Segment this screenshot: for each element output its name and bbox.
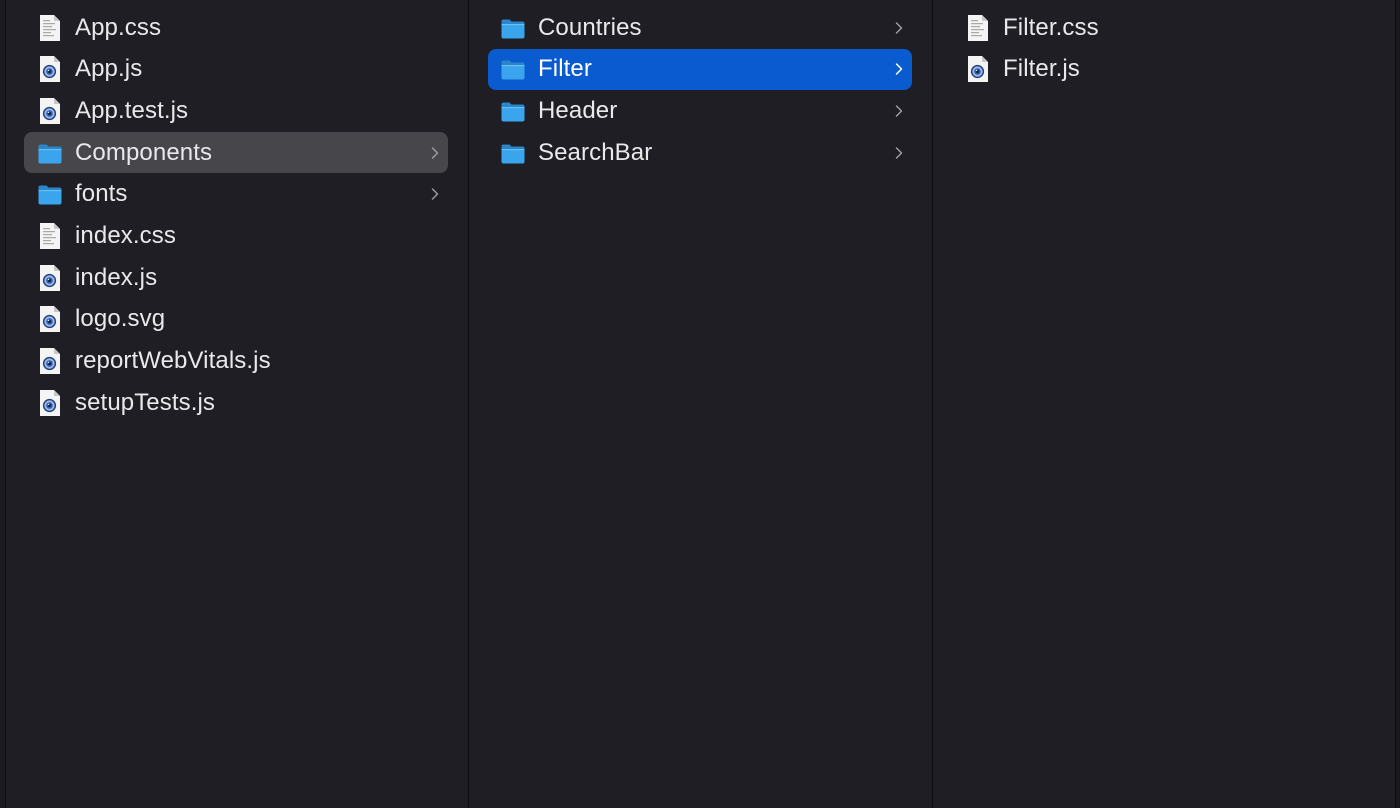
file-name: index.js — [75, 263, 158, 291]
chevron-right-icon — [894, 21, 904, 35]
file-name: index.css — [75, 222, 176, 249]
folder-icon — [500, 14, 526, 42]
finder-column-browser: App.css App.js App.test.js Components fo… — [0, 0, 1400, 808]
chevron-right-icon — [894, 62, 904, 76]
file-row[interactable]: index.css — [24, 216, 448, 257]
css-file-icon — [965, 14, 991, 42]
file-row[interactable]: Filter.js — [951, 49, 1375, 90]
file-row[interactable]: setupTests.js — [24, 382, 448, 423]
folder-row[interactable]: fonts — [24, 174, 448, 215]
folder-name: Header — [538, 96, 618, 124]
chevron-right-icon — [894, 146, 904, 160]
column-filter[interactable]: Filter.css Filter.js — [933, 0, 1395, 808]
folder-name: fonts — [75, 180, 128, 208]
file-name: App.test.js — [75, 96, 189, 124]
file-name: Filter.js — [1003, 55, 1080, 83]
file-name: App.js — [75, 55, 143, 83]
folder-name: Countries — [538, 13, 642, 41]
column-project-root[interactable]: App.css App.js App.test.js Components fo… — [6, 0, 468, 808]
folder-icon — [500, 55, 526, 83]
folder-row[interactable]: Countries — [488, 7, 912, 48]
file-row[interactable]: Filter.css — [951, 7, 1375, 48]
chevron-right-icon — [430, 187, 440, 201]
folder-icon — [500, 139, 526, 167]
folder-name: Components — [75, 138, 213, 166]
chevron-right-icon — [894, 104, 904, 118]
folder-icon — [37, 139, 63, 167]
js-file-icon — [965, 55, 991, 83]
file-name: reportWebVitals.js — [75, 347, 271, 375]
file-name: Filter.css — [1003, 13, 1099, 41]
folder-row[interactable]: Filter — [488, 48, 912, 90]
folder-icon — [500, 97, 526, 125]
file-row[interactable]: reportWebVitals.js — [24, 341, 448, 382]
folder-name: Filter — [538, 55, 592, 83]
js-file-icon — [37, 264, 63, 292]
folder-row[interactable]: SearchBar — [488, 132, 912, 173]
js-file-icon — [37, 347, 63, 375]
folder-icon — [37, 180, 63, 208]
column-components[interactable]: Countries Filter Header SearchBar — [469, 0, 932, 808]
file-row[interactable]: App.test.js — [24, 90, 448, 131]
css-file-icon — [37, 222, 63, 250]
file-row[interactable]: App.js — [24, 49, 448, 90]
svg-file-icon — [37, 305, 63, 333]
file-row[interactable]: logo.svg — [24, 299, 448, 340]
js-file-icon — [37, 97, 63, 125]
folder-name: SearchBar — [538, 138, 653, 166]
js-file-icon — [37, 389, 63, 417]
js-file-icon — [37, 55, 63, 83]
css-file-icon — [37, 14, 63, 42]
folder-row[interactable]: Header — [488, 90, 912, 131]
window-right-edge — [1395, 0, 1400, 808]
file-row[interactable]: App.css — [24, 7, 448, 48]
file-name: setupTests.js — [75, 388, 216, 416]
chevron-right-icon — [430, 146, 440, 160]
file-row[interactable]: index.js — [24, 257, 448, 298]
file-name: logo.svg — [75, 305, 166, 333]
file-name: App.css — [75, 13, 162, 41]
folder-row[interactable]: Components — [24, 132, 448, 174]
